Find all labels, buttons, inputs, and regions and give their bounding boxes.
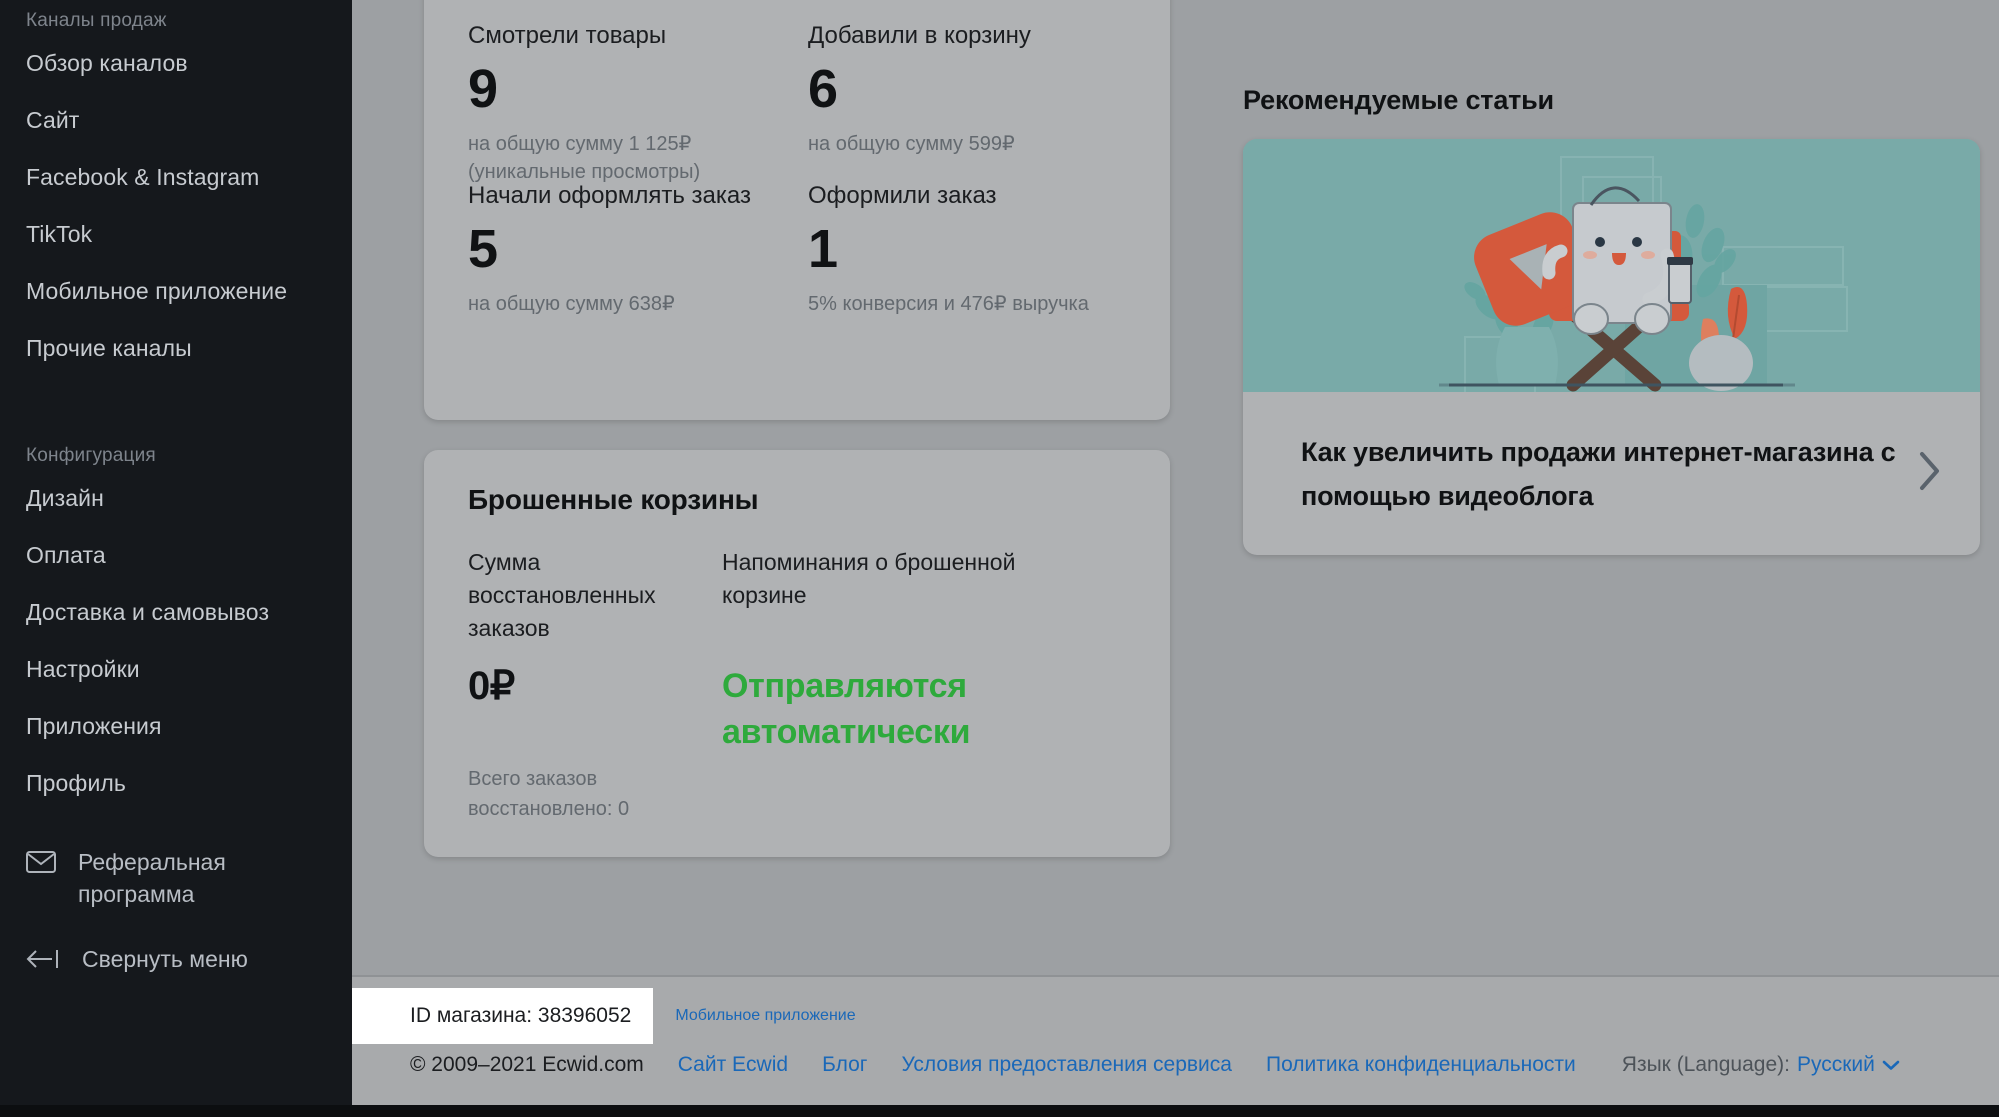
stat-subtext: 5% конверсия и 476₽ выручка	[808, 293, 1089, 315]
article-card[interactable]: Как увеличить продажи интернет-магазина …	[1243, 139, 1980, 555]
copyright-text: © 2009–2021 Ecwid.com	[410, 1053, 644, 1076]
sidebar-item-label: Свернуть меню	[82, 946, 248, 972]
stat-value: 6	[808, 59, 838, 119]
stat-placed-order: Оформили заказ 1 5% конверсия и 476₽ выр…	[808, 180, 1138, 318]
stat-started-checkout: Начали оформлять заказ 5 на общую сумму …	[468, 180, 798, 318]
sidebar-item-site[interactable]: Сайт	[26, 106, 352, 134]
sidebar-bottom-section: Реферальная программа Свернуть меню	[26, 846, 352, 978]
sidebar-item-channels-overview[interactable]: Обзор каналов	[26, 49, 352, 77]
collapse-arrow-icon	[26, 946, 60, 978]
recovered-orders-block: Сумма восстановленных заказов 0₽ Всего з…	[468, 546, 708, 824]
sidebar-item-apps[interactable]: Приложения	[26, 712, 352, 740]
stat-value: 9	[468, 59, 498, 119]
sidebar-item-settings[interactable]: Настройки	[26, 655, 352, 683]
stat-subtext: на общую сумму 1 125₽ (уникальные просмо…	[468, 133, 701, 183]
footer-link-mobile-app[interactable]: Мобильное приложение	[675, 1007, 855, 1025]
article-hero-illustration	[1243, 139, 1980, 392]
footer-link-ecwid-site[interactable]: Сайт Ecwid	[678, 1053, 788, 1077]
language-label: Язык (Language):	[1621, 1053, 1790, 1076]
footer-link-privacy[interactable]: Политика конфиденциальности	[1266, 1053, 1576, 1077]
article-title: Как увеличить продажи интернет-магазина …	[1301, 436, 1896, 511]
recovered-label: Сумма восстановленных заказов	[468, 549, 656, 641]
reminders-block: Напоминания о брошенной корзине Отправля…	[722, 546, 1022, 755]
recovered-amount: 0₽	[468, 664, 515, 708]
stat-value: 5	[468, 219, 498, 279]
stat-viewed-products: Смотрели товары 9 на общую сумму 1 125₽ …	[468, 20, 798, 186]
sidebar-item-profile[interactable]: Профиль	[26, 769, 352, 797]
sidebar-group-title-sales: Каналы продаж	[26, 10, 167, 31]
stat-label: Смотрели товары	[468, 22, 667, 49]
abandoned-carts-card: Брошенные корзины Сумма восстановленных …	[424, 450, 1170, 857]
sidebar-item-design[interactable]: Дизайн	[26, 484, 352, 512]
sales-funnel-stats-card: Смотрели товары 9 на общую сумму 1 125₽ …	[424, 0, 1170, 420]
card-title: Брошенные корзины	[468, 484, 759, 515]
envelope-icon	[26, 849, 56, 881]
sidebar-item-facebook-instagram[interactable]: Facebook & Instagram	[26, 163, 352, 191]
recommended-articles-heading: Рекомендуемые статьи	[1243, 85, 1554, 115]
footer-link-terms[interactable]: Условия предоставления сервиса	[901, 1053, 1232, 1077]
sidebar-item-referral-program[interactable]: Реферальная программа	[26, 846, 352, 910]
article-body: Как увеличить продажи интернет-магазина …	[1243, 392, 1980, 555]
chevron-right-icon[interactable]	[1916, 450, 1942, 497]
sidebar-item-collapse-menu[interactable]: Свернуть меню	[26, 943, 352, 978]
sidebar-item-tiktok[interactable]: TikTok	[26, 220, 352, 248]
sidebar-item-mobile-app[interactable]: Мобильное приложение	[26, 277, 352, 305]
stat-subtext: на общую сумму 599₽	[808, 133, 1015, 155]
reminders-label: Напоминания о брошенной корзине	[722, 549, 1016, 608]
sidebar-item-label: Реферальная программа	[78, 849, 226, 907]
stat-added-to-cart: Добавили в корзину 6 на общую сумму 599₽	[808, 20, 1138, 158]
stat-subtext: на общую сумму 638₽	[468, 293, 675, 315]
stat-label: Начали оформлять заказ	[468, 182, 751, 209]
sidebar: Каналы продаж Обзор каналов Сайт Faceboo…	[0, 0, 352, 1105]
total-recovered-text: Всего заказов восстановлено: 0	[468, 768, 630, 820]
sidebar-group-title-config: Конфигурация	[26, 445, 156, 466]
sidebar-item-shipping[interactable]: Доставка и самовывоз	[26, 598, 352, 626]
language-selector[interactable]: Язык (Language): Русский	[1622, 1053, 1900, 1077]
footer-link-blog[interactable]: Блог	[822, 1053, 867, 1077]
sidebar-item-payment[interactable]: Оплата	[26, 541, 352, 569]
chevron-down-icon[interactable]	[1882, 1053, 1900, 1077]
app-screen: Каналы продаж Обзор каналов Сайт Faceboo…	[0, 0, 1999, 1117]
footer: ID магазина: 38396052 Мобильное приложен…	[352, 977, 1999, 1117]
reminders-status: Отправляются автоматически	[722, 667, 971, 751]
stat-label: Добавили в корзину	[808, 22, 1031, 49]
footer-top-row: ID магазина: 38396052 Мобильное приложен…	[352, 988, 856, 1044]
sidebar-group-spacer	[26, 391, 352, 435]
sidebar-item-other-channels[interactable]: Прочие каналы	[26, 334, 352, 362]
bottom-strip	[0, 1105, 1999, 1117]
stat-label: Оформили заказ	[808, 182, 997, 209]
store-id-text: ID магазина: 38396052	[352, 988, 654, 1044]
stat-value: 1	[808, 219, 838, 279]
footer-bottom-row: © 2009–2021 Ecwid.com Сайт Ecwid Блог Ус…	[410, 1053, 1969, 1077]
language-value[interactable]: Русский	[1797, 1053, 1875, 1077]
